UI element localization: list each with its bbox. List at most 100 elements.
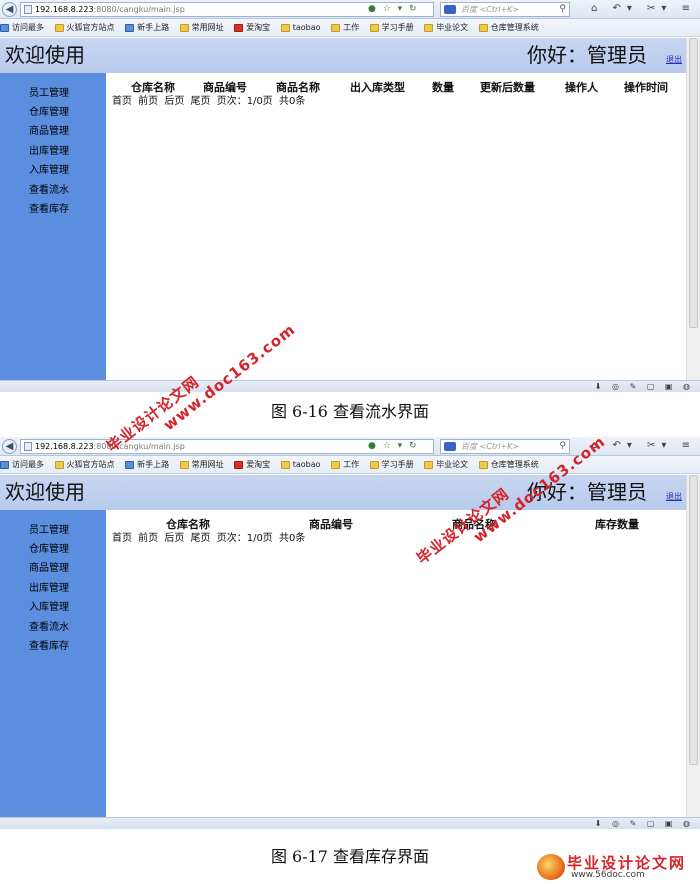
sidebar-item-flow[interactable]: 查看流水 [29,622,69,634]
search-icon[interactable]: ⚲ [559,3,566,16]
bookmarks-bar: 访问最多 火狐官方站点 新手上路 常用网址 爱淘宝 taobao 工作 学习手册… [0,456,700,474]
column-header: 仓库名称 [131,81,175,94]
column-header: 出入库类型 [350,81,405,94]
address-bar: ◀ 192.168.8.223:8080/cangku/main.jsp ● ☆… [0,437,700,456]
bookmark-item[interactable]: 访问最多 [0,456,44,473]
welcome-title: 欢迎使用 [5,43,85,67]
sidebar-item-inbound[interactable]: 入库管理 [29,602,69,614]
column-header: 操作人 [565,81,598,94]
address-bar: ◀ 192.168.8.223:8080/cangku/main.jsp ● ☆… [0,0,700,19]
bookmark-item[interactable]: 访问最多 [0,19,44,36]
logo-icon [537,854,565,880]
column-header: 商品编号 [309,518,353,531]
pagination[interactable]: 首页 前页 后页 尾页 页次：1/0页 共0条 [112,96,305,108]
sidebar-item-outbound[interactable]: 出库管理 [29,583,69,595]
user-greeting: 你好：管理员 [527,43,647,67]
bookmark-item[interactable]: 工作 [331,19,359,36]
bookmark-icon [0,23,9,32]
bookmark-item[interactable]: 学习手册 [369,19,414,36]
bookmark-item[interactable]: 新手上路 [125,19,169,36]
column-header: 仓库名称 [166,518,210,531]
folder-icon [179,23,189,32]
search-input[interactable]: 百度 <Ctrl+K> ⚲ [440,439,570,454]
user-greeting: 你好：管理员 [527,480,647,504]
folder-icon [369,460,379,469]
back-icon[interactable]: ◀ [2,2,17,17]
go-icon[interactable]: ● ☆ ▾ ↻ [368,3,419,15]
taobao-icon [234,23,244,32]
page-icon [125,460,135,469]
go-icon[interactable]: ● ☆ ▾ ↻ [368,440,419,452]
toolbar-icons[interactable]: ⌂ ↶▾ ✂▾ ≡ [591,3,696,15]
sidebar: 员工管理 仓库管理 商品管理 出库管理 入库管理 查看流水 查看库存 [0,73,106,380]
sidebar-item-products[interactable]: 商品管理 [29,563,69,575]
sidebar-item-flow[interactable]: 查看流水 [29,185,69,197]
pagination[interactable]: 首页 前页 后页 尾页 页次：1/0页 共0条 [112,533,305,545]
back-icon[interactable]: ◀ [2,439,17,454]
figure-caption: 图 6-16 查看流水界面 [270,402,430,421]
bookmark-item[interactable]: 仓库管理系统 [478,19,539,36]
bookmark-item[interactable]: 仓库管理系统 [478,456,539,473]
bookmark-item[interactable]: 常用网址 [179,456,224,473]
bookmark-item[interactable]: taobao [280,19,321,36]
folder-icon [280,460,290,469]
sidebar-item-warehouses[interactable]: 仓库管理 [29,107,69,119]
scrollbar-thumb[interactable] [689,38,698,328]
folder-icon [331,460,341,469]
bookmark-item[interactable]: 工作 [331,456,359,473]
column-header: 数量 [432,81,454,94]
column-header: 商品名称 [276,81,320,94]
scrollbar[interactable] [686,475,700,817]
scrollbar[interactable] [686,38,700,380]
bookmark-item[interactable]: 火狐官方站点 [54,456,115,473]
sidebar-item-warehouses[interactable]: 仓库管理 [29,544,69,556]
logout-link[interactable]: 退出 [666,491,682,502]
page-icon [125,23,135,32]
search-input[interactable]: 百度 <Ctrl+K> ⚲ [440,2,570,17]
sidebar-item-products[interactable]: 商品管理 [29,126,69,138]
bookmarks-bar: 访问最多 火狐官方站点 新手上路 常用网址 爱淘宝 taobao 工作 学习手册… [0,19,700,37]
stock-table: 仓库名称 商品编号 商品名称 库存数量 首页 前页 后页 尾页 页次：1/0页 … [106,510,686,817]
bookmark-item[interactable]: taobao [280,456,321,473]
screenshot-flow: ◀ 192.168.8.223:8080/cangku/main.jsp ● ☆… [0,0,700,380]
bookmark-item[interactable]: 爱淘宝 [234,19,270,36]
search-icon[interactable]: ⚲ [559,440,566,453]
column-header: 库存数量 [595,518,639,531]
welcome-title: 欢迎使用 [5,480,85,504]
column-header: 商品编号 [203,81,247,94]
scrollbar-thumb[interactable] [689,475,698,765]
bookmark-item[interactable]: 火狐官方站点 [54,19,115,36]
page-icon [24,5,32,14]
taobao-icon [234,460,244,469]
folder-icon [54,460,64,469]
folder-icon [424,460,434,469]
sidebar: 员工管理 仓库管理 商品管理 出库管理 入库管理 查看流水 查看库存 [0,510,106,817]
flow-table: 仓库名称 商品编号 商品名称 出入库类型 数量 更新后数量 操作人 操作时间 首… [106,73,686,380]
logout-link[interactable]: 退出 [666,54,682,65]
bookmark-item[interactable]: 毕业论文 [424,19,468,36]
status-bar: ⬇ ◎ ✎ ▢ ▣ ◍ [0,817,700,829]
column-header: 更新后数量 [480,81,535,94]
column-header: 商品名称 [452,518,496,531]
folder-icon [179,460,189,469]
toolbar-icons[interactable]: ⌂ ↶▾ ✂▾ ≡ [591,440,696,452]
search-engine-icon [444,442,456,451]
folder-icon [478,460,488,469]
bookmark-item[interactable]: 爱淘宝 [234,456,270,473]
bookmark-item[interactable]: 常用网址 [179,19,224,36]
sidebar-item-employees[interactable]: 员工管理 [29,525,69,537]
bookmark-icon [0,460,9,469]
app-header: 欢迎使用 你好：管理员 退出 [0,475,686,510]
sidebar-item-outbound[interactable]: 出库管理 [29,146,69,158]
sidebar-item-inbound[interactable]: 入库管理 [29,165,69,177]
sidebar-item-stock[interactable]: 查看库存 [29,204,69,216]
bookmark-item[interactable]: 学习手册 [369,456,414,473]
bookmark-item[interactable]: 毕业论文 [424,456,468,473]
folder-icon [54,23,64,32]
sidebar-item-employees[interactable]: 员工管理 [29,88,69,100]
bookmark-item[interactable]: 新手上路 [125,456,169,473]
sidebar-item-stock[interactable]: 查看库存 [29,641,69,653]
folder-icon [424,23,434,32]
column-header: 操作时间 [624,81,668,94]
page-icon [24,442,32,451]
